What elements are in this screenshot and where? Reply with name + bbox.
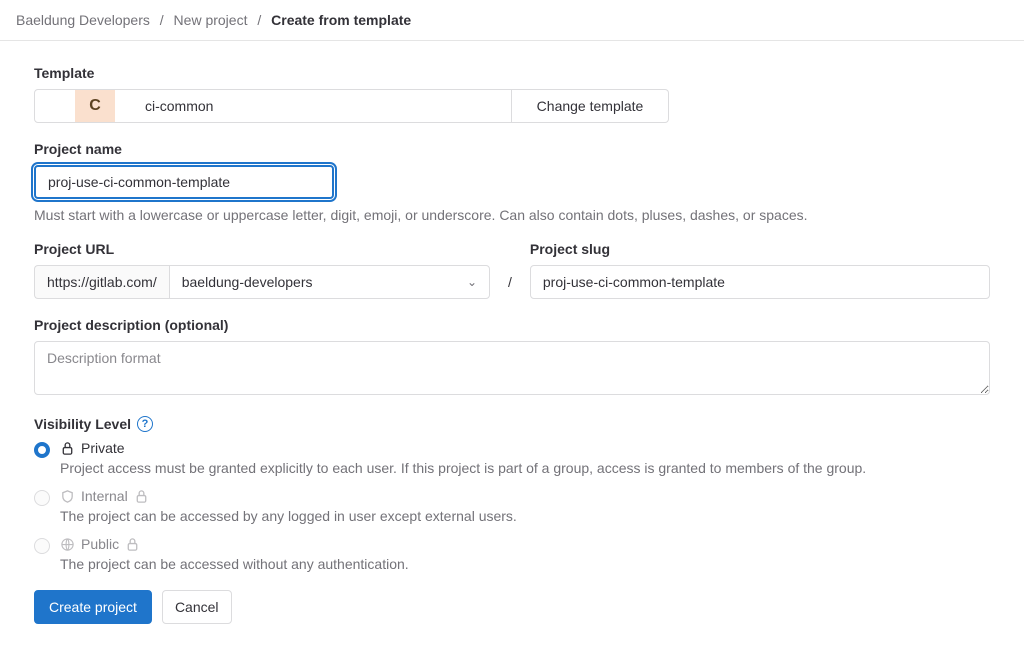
breadcrumb-parent[interactable]: New project (174, 12, 248, 28)
shield-icon (60, 489, 75, 504)
form-actions: Create project Cancel (34, 590, 990, 624)
breadcrumb-current: Create from template (271, 12, 411, 28)
visibility-public: Public The project can be accessed witho… (34, 536, 990, 572)
visibility-internal-desc: The project can be accessed by any logge… (60, 508, 990, 524)
template-label: Template (34, 65, 990, 81)
project-name-field: Project name Must start with a lowercase… (34, 141, 990, 223)
description-input[interactable] (34, 341, 990, 395)
project-name-label: Project name (34, 141, 990, 157)
visibility-label: Visibility Level ? (34, 416, 153, 432)
project-slug-label: Project slug (530, 241, 990, 257)
project-url-base: https://gitlab.com/ (34, 265, 169, 299)
url-slash: / (502, 265, 518, 299)
project-url-label: Project URL (34, 241, 490, 257)
description-label: Project description (optional) (34, 317, 990, 333)
project-name-help: Must start with a lowercase or uppercase… (34, 207, 990, 223)
radio-icon (34, 538, 50, 554)
breadcrumb: Baeldung Developers / New project / Crea… (0, 0, 1024, 41)
visibility-field: Visibility Level ? Private Project acces… (34, 416, 990, 572)
breadcrumb-group[interactable]: Baeldung Developers (16, 12, 150, 28)
url-slug-row: Project URL https://gitlab.com/ baeldung… (34, 241, 990, 299)
namespace-select[interactable]: baeldung-developers ⌄ (169, 265, 490, 299)
visibility-public-desc: The project can be accessed without any … (60, 556, 990, 572)
globe-icon (60, 537, 75, 552)
template-field: Template C ci-common Change template (34, 65, 990, 123)
create-project-button[interactable]: Create project (34, 590, 152, 624)
help-icon[interactable]: ? (137, 416, 153, 432)
lock-icon (60, 441, 75, 456)
description-field: Project description (optional) (34, 317, 990, 398)
lock-icon (134, 489, 149, 504)
breadcrumb-sep: / (160, 12, 164, 28)
template-avatar: C (75, 90, 115, 122)
radio-icon (34, 490, 50, 506)
change-template-button[interactable]: Change template (512, 89, 669, 123)
cancel-button[interactable]: Cancel (162, 590, 232, 624)
visibility-private[interactable]: Private Project access must be granted e… (34, 440, 990, 476)
form-content: Template C ci-common Change template Pro… (0, 41, 1024, 658)
template-display: C ci-common (34, 89, 512, 123)
visibility-private-desc: Project access must be granted explicitl… (60, 460, 990, 476)
breadcrumb-sep: / (257, 12, 261, 28)
chevron-down-icon: ⌄ (467, 275, 477, 289)
namespace-value: baeldung-developers (182, 274, 313, 290)
radio-icon (34, 442, 50, 458)
visibility-internal-title: Internal (81, 488, 128, 504)
project-slug-input[interactable] (530, 265, 990, 299)
lock-icon (125, 537, 140, 552)
project-name-input[interactable] (34, 165, 334, 199)
template-name: ci-common (115, 98, 213, 114)
visibility-internal: Internal The project can be accessed by … (34, 488, 990, 524)
visibility-label-text: Visibility Level (34, 416, 131, 432)
visibility-private-title: Private (81, 440, 125, 456)
visibility-public-title: Public (81, 536, 119, 552)
